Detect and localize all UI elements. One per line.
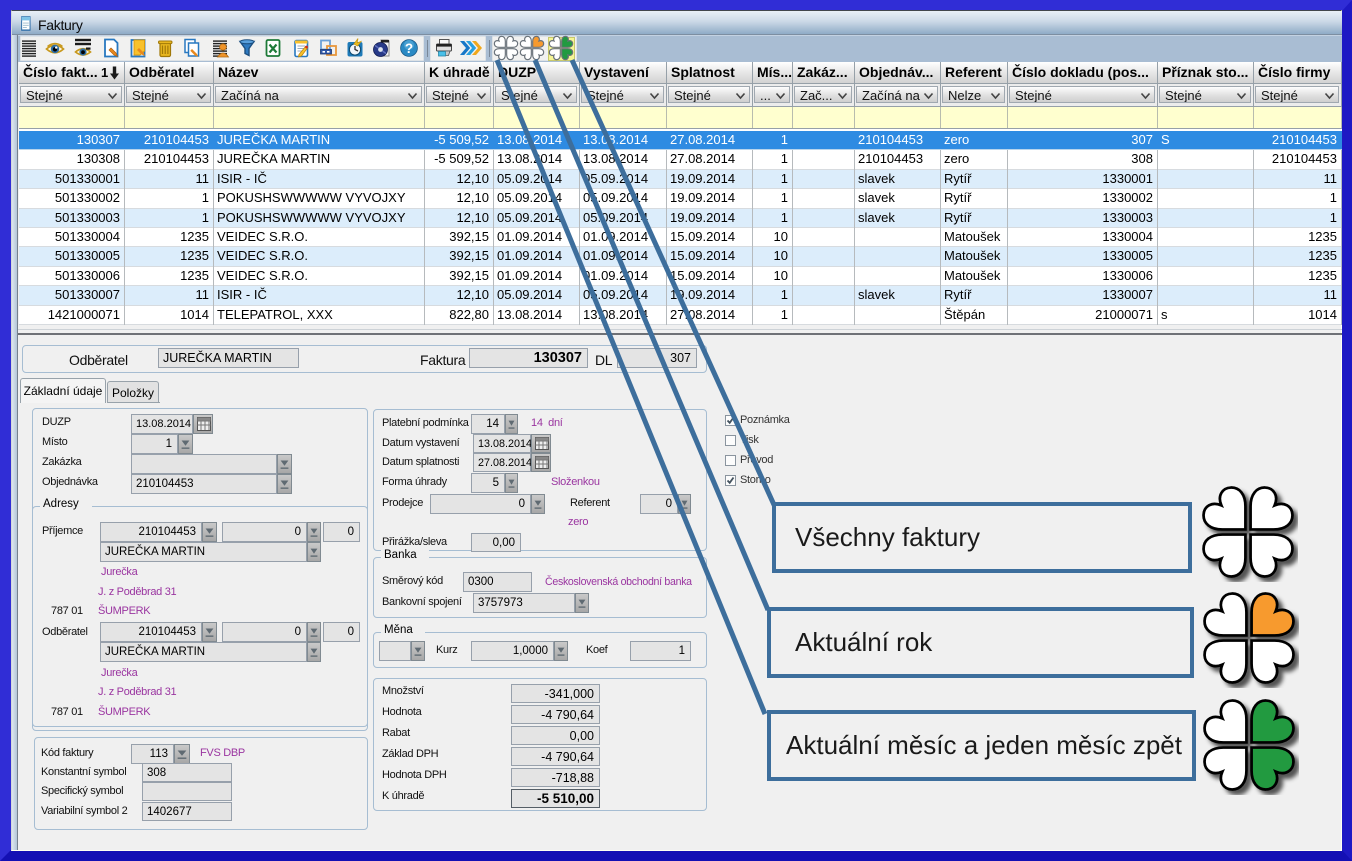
svg-text:?: ? [405, 41, 413, 56]
